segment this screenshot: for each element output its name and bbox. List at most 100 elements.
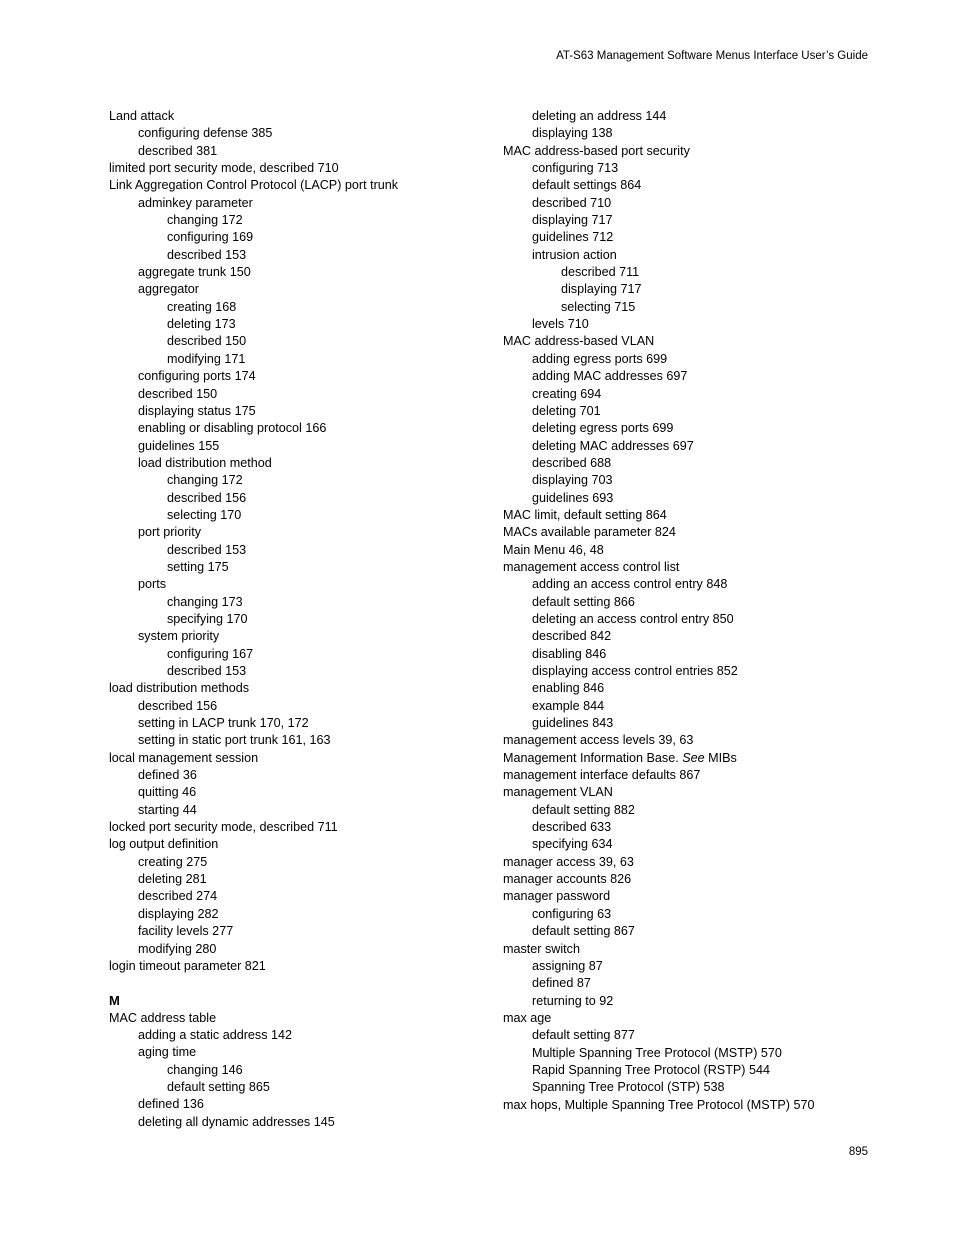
index-entry-level-1[interactable]: displaying status 175 xyxy=(109,403,469,420)
index-entry-level-1[interactable]: starting 44 xyxy=(109,802,469,819)
index-entry-level-1[interactable]: displaying 138 xyxy=(503,125,863,142)
index-entry-level-1[interactable]: assigning 87 xyxy=(503,958,863,975)
index-entry-level-1[interactable]: default setting 867 xyxy=(503,923,863,940)
index-entry-level-1[interactable]: returning to 92 xyxy=(503,993,863,1010)
index-entry-level-1[interactable]: deleting MAC addresses 697 xyxy=(503,438,863,455)
index-entry-level-1[interactable]: modifying 280 xyxy=(109,941,469,958)
index-entry-level-2[interactable]: described 153 xyxy=(109,663,469,680)
index-entry-level-1[interactable]: aggregate trunk 150 xyxy=(109,264,469,281)
index-entry-level-0[interactable]: Link Aggregation Control Protocol (LACP)… xyxy=(109,177,469,194)
index-entry-level-2[interactable]: described 153 xyxy=(109,247,469,264)
index-entry-level-2[interactable]: selecting 170 xyxy=(109,507,469,524)
index-entry-level-2[interactable]: changing 146 xyxy=(109,1062,469,1079)
index-entry-level-1[interactable]: port priority xyxy=(109,524,469,541)
index-entry-level-1[interactable]: deleting 281 xyxy=(109,871,469,888)
index-entry-level-0[interactable]: management VLAN xyxy=(503,784,863,801)
index-entry-level-1[interactable]: configuring ports 174 xyxy=(109,368,469,385)
index-entry-level-1[interactable]: default setting 877 xyxy=(503,1027,863,1044)
index-entry-level-1[interactable]: described 842 xyxy=(503,628,863,645)
index-entry-level-2[interactable]: changing 172 xyxy=(109,472,469,489)
index-entry-level-0[interactable]: max hops, Multiple Spanning Tree Protoco… xyxy=(503,1097,863,1114)
index-entry-level-1[interactable]: displaying 703 xyxy=(503,472,863,489)
index-entry-level-1[interactable]: default settings 864 xyxy=(503,177,863,194)
index-entry-level-1[interactable]: described 710 xyxy=(503,195,863,212)
index-entry-level-1[interactable]: displaying 717 xyxy=(503,212,863,229)
index-entry-level-1[interactable]: aggregator xyxy=(109,281,469,298)
index-entry-level-1[interactable]: system priority xyxy=(109,628,469,645)
index-entry-level-2[interactable]: displaying 717 xyxy=(503,281,863,298)
index-entry-level-1[interactable]: configuring 713 xyxy=(503,160,863,177)
index-entry-level-0[interactable]: master switch xyxy=(503,941,863,958)
index-entry-level-1[interactable]: adminkey parameter xyxy=(109,195,469,212)
index-entry-level-0[interactable]: manager access 39, 63 xyxy=(503,854,863,871)
index-entry-level-1[interactable]: configuring defense 385 xyxy=(109,125,469,142)
index-entry-level-0[interactable]: management access levels 39, 63 xyxy=(503,732,863,749)
index-entry-level-0[interactable]: manager accounts 826 xyxy=(503,871,863,888)
index-entry-level-1[interactable]: aging time xyxy=(109,1044,469,1061)
index-entry-level-1[interactable]: guidelines 693 xyxy=(503,490,863,507)
index-entry-level-0[interactable]: manager password xyxy=(503,888,863,905)
index-entry-level-1[interactable]: deleting 701 xyxy=(503,403,863,420)
index-entry-level-1[interactable]: default setting 882 xyxy=(503,802,863,819)
index-entry-level-2[interactable]: changing 173 xyxy=(109,594,469,611)
index-entry-level-1[interactable]: defined 36 xyxy=(109,767,469,784)
index-entry-level-1[interactable]: described 274 xyxy=(109,888,469,905)
index-entry-level-2[interactable]: selecting 715 xyxy=(503,299,863,316)
index-entry-level-0[interactable]: management access control list xyxy=(503,559,863,576)
index-entry-level-1[interactable]: disabling 846 xyxy=(503,646,863,663)
index-entry-level-1[interactable]: described 150 xyxy=(109,386,469,403)
index-entry-level-2[interactable]: described 711 xyxy=(503,264,863,281)
index-entry-level-1[interactable]: example 844 xyxy=(503,698,863,715)
index-entry-level-0[interactable]: locked port security mode, described 711 xyxy=(109,819,469,836)
index-entry-level-1[interactable]: described 156 xyxy=(109,698,469,715)
index-entry-level-1[interactable]: described 688 xyxy=(503,455,863,472)
index-entry-level-1[interactable]: deleting egress ports 699 xyxy=(503,420,863,437)
index-entry-level-1[interactable]: deleting all dynamic addresses 145 xyxy=(109,1114,469,1131)
index-entry-level-2[interactable]: configuring 169 xyxy=(109,229,469,246)
index-entry-level-1[interactable]: configuring 63 xyxy=(503,906,863,923)
index-entry-level-1[interactable]: facility levels 277 xyxy=(109,923,469,940)
index-entry-level-0[interactable]: MACs available parameter 824 xyxy=(503,524,863,541)
index-entry-level-1[interactable]: adding a static address 142 xyxy=(109,1027,469,1044)
index-entry-level-2[interactable]: described 150 xyxy=(109,333,469,350)
index-entry-level-1[interactable]: adding MAC addresses 697 xyxy=(503,368,863,385)
index-entry-level-1[interactable]: guidelines 155 xyxy=(109,438,469,455)
index-entry-level-0[interactable]: MAC address-based VLAN xyxy=(503,333,863,350)
index-entry-level-1[interactable]: levels 710 xyxy=(503,316,863,333)
index-entry-level-0[interactable]: Land attack xyxy=(109,108,469,125)
index-entry-level-1[interactable]: guidelines 843 xyxy=(503,715,863,732)
index-entry-level-0[interactable]: max age xyxy=(503,1010,863,1027)
index-entry-level-0[interactable]: Management Information Base. See MIBs xyxy=(503,750,863,767)
index-entry-level-2[interactable]: described 153 xyxy=(109,542,469,559)
index-entry-level-1[interactable]: Multiple Spanning Tree Protocol (MSTP) 5… xyxy=(503,1045,863,1062)
index-entry-level-1[interactable]: intrusion action xyxy=(503,247,863,264)
index-entry-level-1[interactable]: specifying 634 xyxy=(503,836,863,853)
index-entry-level-0[interactable]: login timeout parameter 821 xyxy=(109,958,469,975)
index-entry-level-1[interactable]: Rapid Spanning Tree Protocol (RSTP) 544 xyxy=(503,1062,863,1079)
index-entry-level-1[interactable]: default setting 866 xyxy=(503,594,863,611)
index-entry-level-1[interactable]: setting in LACP trunk 170, 172 xyxy=(109,715,469,732)
index-entry-level-2[interactable]: setting 175 xyxy=(109,559,469,576)
index-entry-level-1[interactable]: enabling or disabling protocol 166 xyxy=(109,420,469,437)
index-entry-level-1[interactable]: Spanning Tree Protocol (STP) 538 xyxy=(503,1079,863,1096)
index-entry-level-1[interactable]: displaying 282 xyxy=(109,906,469,923)
index-entry-level-0[interactable]: MAC limit, default setting 864 xyxy=(503,507,863,524)
index-entry-level-2[interactable]: specifying 170 xyxy=(109,611,469,628)
index-entry-level-2[interactable]: creating 168 xyxy=(109,299,469,316)
index-entry-level-2[interactable]: described 156 xyxy=(109,490,469,507)
index-entry-level-2[interactable]: modifying 171 xyxy=(109,351,469,368)
index-entry-level-1[interactable]: enabling 846 xyxy=(503,680,863,697)
index-entry-level-0[interactable]: MAC address-based port security xyxy=(503,143,863,160)
index-entry-level-1[interactable]: described 381 xyxy=(109,143,469,160)
index-entry-level-2[interactable]: deleting 173 xyxy=(109,316,469,333)
index-entry-level-1[interactable]: setting in static port trunk 161, 163 xyxy=(109,732,469,749)
index-entry-level-1[interactable]: creating 275 xyxy=(109,854,469,871)
index-entry-level-0[interactable]: limited port security mode, described 71… xyxy=(109,160,469,177)
index-entry-level-1[interactable]: quitting 46 xyxy=(109,784,469,801)
index-entry-level-1[interactable]: defined 136 xyxy=(109,1096,469,1113)
index-entry-level-1[interactable]: described 633 xyxy=(503,819,863,836)
index-entry-level-0[interactable]: Main Menu 46, 48 xyxy=(503,542,863,559)
index-entry-level-0[interactable]: local management session xyxy=(109,750,469,767)
index-entry-level-1[interactable]: creating 694 xyxy=(503,386,863,403)
index-entry-level-1[interactable]: defined 87 xyxy=(503,975,863,992)
